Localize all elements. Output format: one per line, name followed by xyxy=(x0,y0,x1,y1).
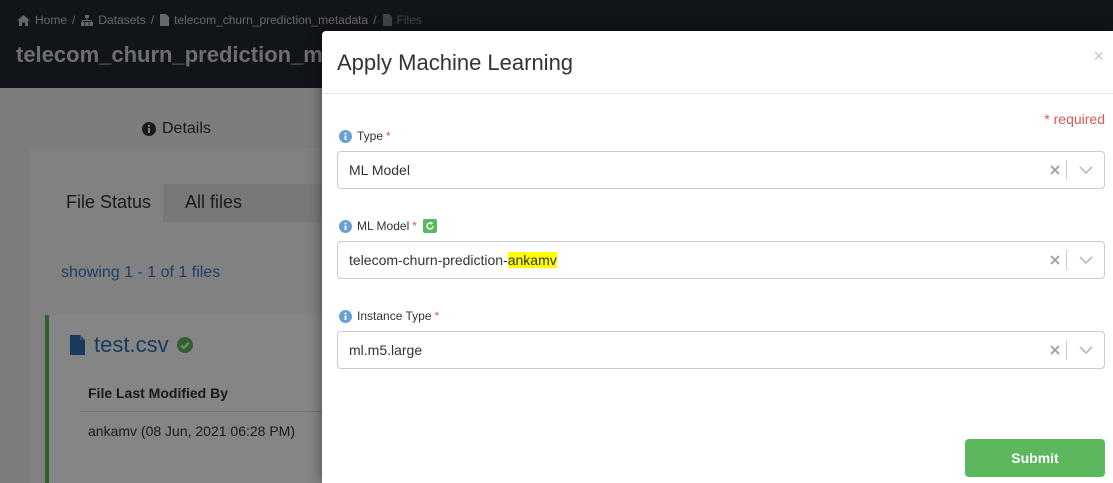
clear-icon[interactable] xyxy=(1049,252,1061,268)
chevron-down-icon[interactable] xyxy=(1079,344,1093,356)
select-separator xyxy=(1066,160,1067,180)
close-button[interactable]: × xyxy=(1093,47,1104,65)
type-select[interactable]: ML Model xyxy=(337,151,1105,189)
ml-model-label-text: ML Model xyxy=(357,219,410,233)
instance-type-label: Instance Type * xyxy=(339,309,439,323)
clear-icon[interactable] xyxy=(1049,342,1061,358)
ml-model-value-prefix: telecom-churn-prediction- xyxy=(349,252,508,268)
required-note: * required xyxy=(1044,111,1105,127)
instance-type-select-value: ml.m5.large xyxy=(349,342,423,358)
info-icon xyxy=(339,129,352,143)
refresh-button[interactable] xyxy=(422,219,437,233)
modal-title: Apply Machine Learning xyxy=(337,50,574,75)
submit-button[interactable]: Submit xyxy=(965,439,1105,477)
ml-model-label: ML Model * xyxy=(339,219,437,233)
chevron-down-icon[interactable] xyxy=(1079,164,1093,176)
type-select-value: ML Model xyxy=(349,162,410,178)
modal-header: Apply Machine Learning × xyxy=(322,31,1113,94)
required-mark: * xyxy=(434,309,440,323)
required-mark: * xyxy=(412,219,417,233)
type-label-text: Type xyxy=(357,129,384,143)
refresh-icon xyxy=(426,221,434,230)
info-icon xyxy=(339,309,352,323)
select-separator xyxy=(1066,250,1067,270)
apply-ml-modal: Apply Machine Learning × * required Type… xyxy=(322,31,1113,483)
ml-model-select-value: telecom-churn-prediction-ankamv xyxy=(349,252,557,268)
info-icon xyxy=(339,219,352,233)
ml-model-value-highlight: ankamv xyxy=(507,252,557,268)
ml-model-select[interactable]: telecom-churn-prediction-ankamv xyxy=(337,241,1105,279)
select-separator xyxy=(1066,340,1067,360)
clear-icon[interactable] xyxy=(1049,162,1061,178)
instance-type-select[interactable]: ml.m5.large xyxy=(337,331,1105,369)
instance-type-label-text: Instance Type xyxy=(357,309,432,323)
required-mark: * xyxy=(386,129,391,143)
type-label: Type * xyxy=(339,129,391,143)
chevron-down-icon[interactable] xyxy=(1079,254,1093,266)
